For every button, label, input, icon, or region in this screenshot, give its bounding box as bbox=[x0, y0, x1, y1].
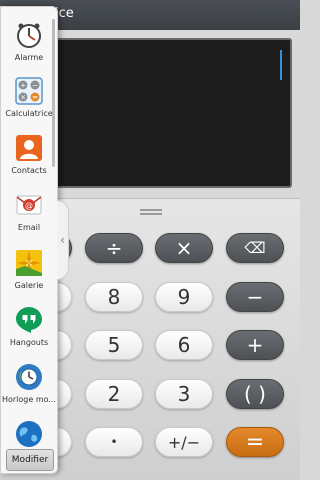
alarm-clock-icon bbox=[15, 21, 43, 49]
key-6[interactable]: 6 bbox=[155, 330, 213, 360]
tray-item-label: Hangouts bbox=[9, 338, 49, 347]
modify-button[interactable]: Modifier bbox=[6, 449, 54, 471]
key-3[interactable]: 3 bbox=[155, 379, 213, 409]
key-2[interactable]: 2 bbox=[85, 379, 143, 409]
key-minus[interactable]: − bbox=[226, 282, 284, 312]
svg-text:−: − bbox=[32, 82, 38, 90]
tray-item-hangouts[interactable]: Hangouts bbox=[1, 306, 57, 347]
tray-item-label: Horloge mo... bbox=[1, 395, 57, 404]
tray-collapse-tab[interactable]: ‹ bbox=[57, 200, 69, 280]
internet-icon bbox=[15, 420, 43, 448]
svg-text:+: + bbox=[20, 82, 26, 90]
calculator-icon: + − × = bbox=[15, 77, 43, 105]
key-equals[interactable]: = bbox=[226, 427, 284, 457]
tray-item-calculatrice[interactable]: + − × = Calculatrice bbox=[1, 77, 57, 118]
key-plus[interactable]: + bbox=[226, 330, 284, 360]
key-8[interactable]: 8 bbox=[85, 282, 143, 312]
tray-item-contacts[interactable]: Contacts bbox=[1, 134, 57, 175]
world-clock-icon bbox=[15, 363, 43, 391]
svg-text:@: @ bbox=[25, 201, 33, 210]
contacts-icon bbox=[15, 134, 43, 162]
tray-item-horloge-mondiale[interactable]: Horloge mo... bbox=[1, 363, 57, 404]
tray-item-internet[interactable] bbox=[1, 420, 57, 448]
text-cursor bbox=[280, 50, 282, 80]
app-tray: Alarme + − × = Calculatrice Contacts @ E… bbox=[0, 6, 58, 474]
key-9[interactable]: 9 bbox=[155, 282, 213, 312]
tray-item-label: Contacts bbox=[11, 166, 47, 175]
keypad-resize-handle[interactable] bbox=[140, 209, 162, 211]
tray-item-label: Calculatrice bbox=[5, 109, 53, 118]
tray-item-label: Email bbox=[17, 223, 41, 232]
chevron-left-icon: ‹ bbox=[60, 233, 65, 247]
svg-text:=: = bbox=[32, 94, 38, 102]
key-multiply[interactable]: × bbox=[155, 233, 213, 263]
key-5[interactable]: 5 bbox=[85, 330, 143, 360]
gallery-icon bbox=[15, 249, 43, 277]
tray-item-email[interactable]: @ Email bbox=[1, 191, 57, 232]
email-icon: @ bbox=[15, 191, 43, 219]
tray-item-galerie[interactable]: Galerie bbox=[1, 249, 57, 290]
calculator-display[interactable] bbox=[20, 38, 292, 188]
key-backspace[interactable]: ⌫ bbox=[226, 233, 284, 263]
tray-item-label: Alarme bbox=[14, 53, 44, 62]
key-decimal[interactable]: • bbox=[85, 427, 143, 457]
key-parentheses[interactable]: ( ) bbox=[226, 379, 284, 409]
svg-text:×: × bbox=[20, 94, 26, 102]
tray-item-label: Galerie bbox=[14, 281, 44, 290]
key-divide[interactable]: ÷ bbox=[85, 233, 143, 263]
key-sign[interactable]: +/− bbox=[155, 427, 213, 457]
hangouts-icon bbox=[15, 306, 43, 334]
tray-item-alarme[interactable]: Alarme bbox=[1, 21, 57, 62]
keypad-resize-handle-line bbox=[140, 213, 162, 215]
